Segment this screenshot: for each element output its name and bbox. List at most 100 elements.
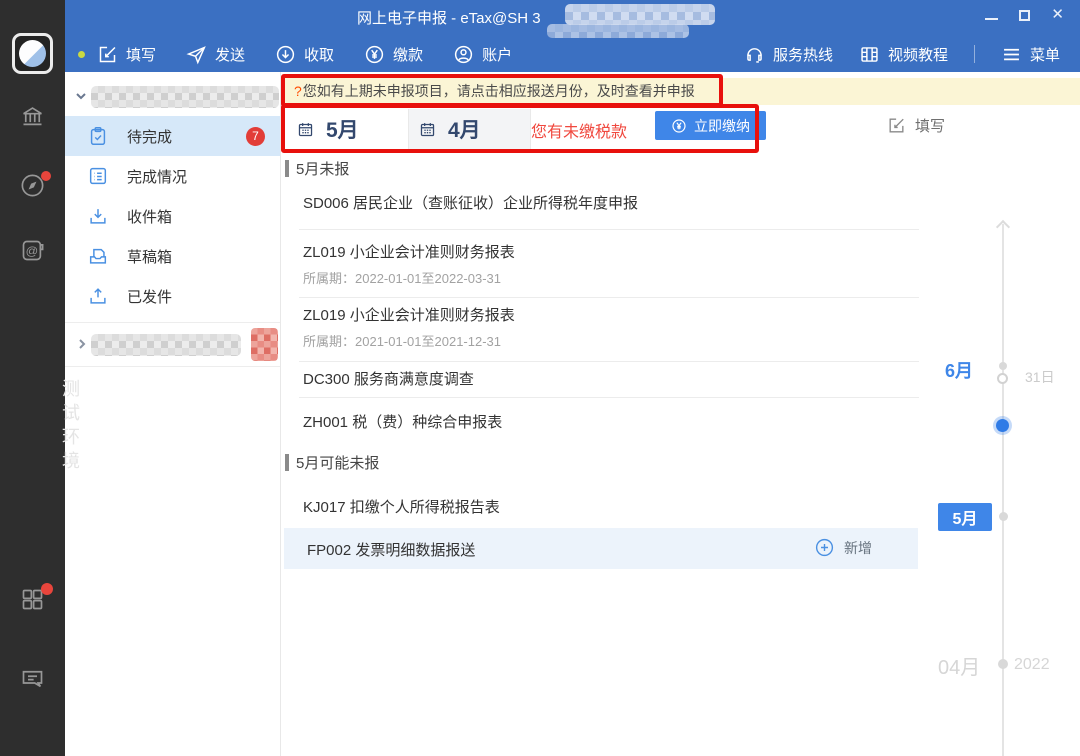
month-tabs: 5月 4月 <box>287 109 531 149</box>
notice-prefix: ? <box>294 83 302 99</box>
environment-label: 测试环境 <box>22 362 87 492</box>
toolbar-send-button[interactable]: 发送 <box>186 44 245 65</box>
collapsed-group-row[interactable] <box>65 324 280 364</box>
list-item[interactable]: ZL019 小企业会计准则财务报表 <box>303 241 515 262</box>
fill-button[interactable]: 填写 <box>887 115 945 136</box>
maximize-icon[interactable] <box>1019 10 1030 21</box>
timeline-april-label[interactable]: 04月 <box>938 651 980 680</box>
receive-icon <box>275 44 296 65</box>
sidebar-item-label: 草稿箱 <box>127 246 172 267</box>
list-item-period: 所属期：2022-01-01至2022-03-31 <box>303 268 501 287</box>
timeline-dot <box>999 512 1008 521</box>
chevron-down-icon <box>75 90 87 102</box>
tab-month-april[interactable]: 4月 <box>409 109 531 149</box>
chevron-right-icon <box>76 338 88 350</box>
headset-icon <box>744 44 765 65</box>
sidebar-item-label: 收件箱 <box>127 206 172 227</box>
list-item[interactable]: ZL019 小企业会计准则财务报表 <box>303 304 515 325</box>
row-divider <box>299 397 919 398</box>
close-icon[interactable]: ✕ <box>1051 8 1064 22</box>
add-new-label: 新增 <box>844 538 872 558</box>
app-window: @ 测试环境 网上电子申报 - eTax@SH 3 ✕ 填写 <box>0 0 1080 756</box>
section-title: 5月未报 <box>296 158 349 179</box>
list-item[interactable]: DC300 服务商满意度调查 <box>303 368 474 389</box>
bank-icon[interactable] <box>19 103 46 130</box>
add-new-button[interactable]: 新增 <box>814 537 872 558</box>
app-logo-icon[interactable] <box>12 33 53 74</box>
toolbar-account-label: 账户 <box>482 44 512 65</box>
timeline-day-label: 31日 <box>1025 367 1055 387</box>
edit-icon <box>887 116 906 135</box>
sidebar-item-label: 待完成 <box>127 126 172 147</box>
redacted-title-info <box>565 4 715 25</box>
toolbar-hotline-button[interactable]: 服务热线 <box>744 44 833 65</box>
send-icon <box>186 44 207 65</box>
toolbar-receive-button[interactable]: 收取 <box>275 44 334 65</box>
apps-notification-dot <box>41 583 53 595</box>
sidebar-item-completion[interactable]: 完成情况 <box>65 156 280 196</box>
notice-text: 您如有上期未申报项目，请点击相应报送月份，及时查看并申报 <box>303 83 695 99</box>
tab-month-label: 5月 <box>326 114 359 144</box>
sent-icon <box>87 285 109 307</box>
list-icon <box>87 165 109 187</box>
window-title: 网上电子申报 - eTax@SH 3 <box>357 7 541 28</box>
calendar-icon <box>297 121 314 138</box>
plus-circle-icon <box>814 537 835 558</box>
pay-now-label: 立即缴纳 <box>694 116 750 136</box>
sidebar-item-todo[interactable]: 待完成 7 <box>65 116 280 156</box>
mail-at-icon[interactable]: @ <box>19 237 46 264</box>
yen-icon <box>671 118 687 134</box>
document-list-icon[interactable] <box>19 665 46 692</box>
yen-icon <box>364 44 385 65</box>
left-rail: @ 测试环境 <box>0 0 65 756</box>
title-bar: 网上电子申报 - eTax@SH 3 ✕ 填写 发送 收取 <box>65 0 1080 72</box>
toolbar-send-label: 发送 <box>215 44 245 65</box>
tab-month-may[interactable]: 5月 <box>287 109 409 149</box>
toolbar-account-button[interactable]: 账户 <box>453 44 512 65</box>
toolbar: 填写 发送 收取 缴款 账户 <box>65 36 1080 72</box>
sidebar-item-label: 完成情况 <box>127 166 187 187</box>
declaration-list: 5月未报 SD006 居民企业（查账征收）企业所得税年度申报 ZL019 小企业… <box>285 156 921 586</box>
compass-notification-dot <box>41 171 51 181</box>
edit-icon <box>97 44 118 65</box>
timeline-current-dot <box>996 419 1009 432</box>
hamburger-icon <box>1001 44 1022 65</box>
timeline-june-label[interactable]: 6月 <box>945 357 973 383</box>
timeline-may-badge[interactable]: 5月 <box>938 503 992 531</box>
video-grid-icon <box>859 44 880 65</box>
redacted-group-name <box>91 334 241 356</box>
list-item[interactable]: KJ017 扣缴个人所得税报告表 <box>303 496 500 517</box>
section-bar <box>285 454 289 471</box>
sidebar-item-inbox[interactable]: 收件箱 <box>65 196 280 236</box>
timeline-deadline-marker <box>997 373 1008 384</box>
toolbar-pay-button[interactable]: 缴款 <box>364 44 423 65</box>
toolbar-receive-label: 收取 <box>304 44 334 65</box>
list-item-highlighted[interactable]: FP002 发票明细数据报送 新增 <box>284 528 918 569</box>
toolbar-video-button[interactable]: 视频教程 <box>859 44 948 65</box>
list-item[interactable]: SD006 居民企业（查账征收）企业所得税年度申报 <box>303 192 638 213</box>
inbox-icon <box>87 205 109 227</box>
calendar-icon <box>419 121 436 138</box>
toolbar-fill-label: 填写 <box>126 44 156 65</box>
timeline-year-label: 2022 <box>1014 656 1050 674</box>
notice-banner: ?您如有上期未申报项目，请点击相应报送月份，及时查看并申报 <box>285 78 1080 105</box>
status-dot-icon <box>78 51 85 58</box>
account-icon <box>453 44 474 65</box>
toolbar-menu-button[interactable]: 菜单 <box>1001 44 1060 65</box>
clipboard-check-icon <box>87 125 109 147</box>
row-divider <box>299 361 919 362</box>
sidebar-menu: 待完成 7 完成情况 收件箱 草稿箱 已发件 <box>65 116 280 316</box>
toolbar-video-label: 视频教程 <box>888 44 948 65</box>
toolbar-hotline-label: 服务热线 <box>773 44 833 65</box>
list-item[interactable]: ZH001 税（费）种综合申报表 <box>303 411 502 432</box>
pay-now-button[interactable]: 立即缴纳 <box>655 111 766 140</box>
sidebar-item-sent[interactable]: 已发件 <box>65 276 280 316</box>
section-header-maybe-unreported: 5月可能未报 <box>285 452 379 473</box>
main-content: ?您如有上期未申报项目，请点击相应报送月份，及时查看并申报 5月 4月 您有未缴… <box>281 72 1080 756</box>
company-selector[interactable] <box>65 80 280 114</box>
minimize-icon[interactable] <box>985 18 998 20</box>
section-header-unreported: 5月未报 <box>285 158 349 179</box>
fill-label: 填写 <box>915 115 945 136</box>
sidebar-item-drafts[interactable]: 草稿箱 <box>65 236 280 276</box>
toolbar-fill-button[interactable]: 填写 <box>97 44 156 65</box>
